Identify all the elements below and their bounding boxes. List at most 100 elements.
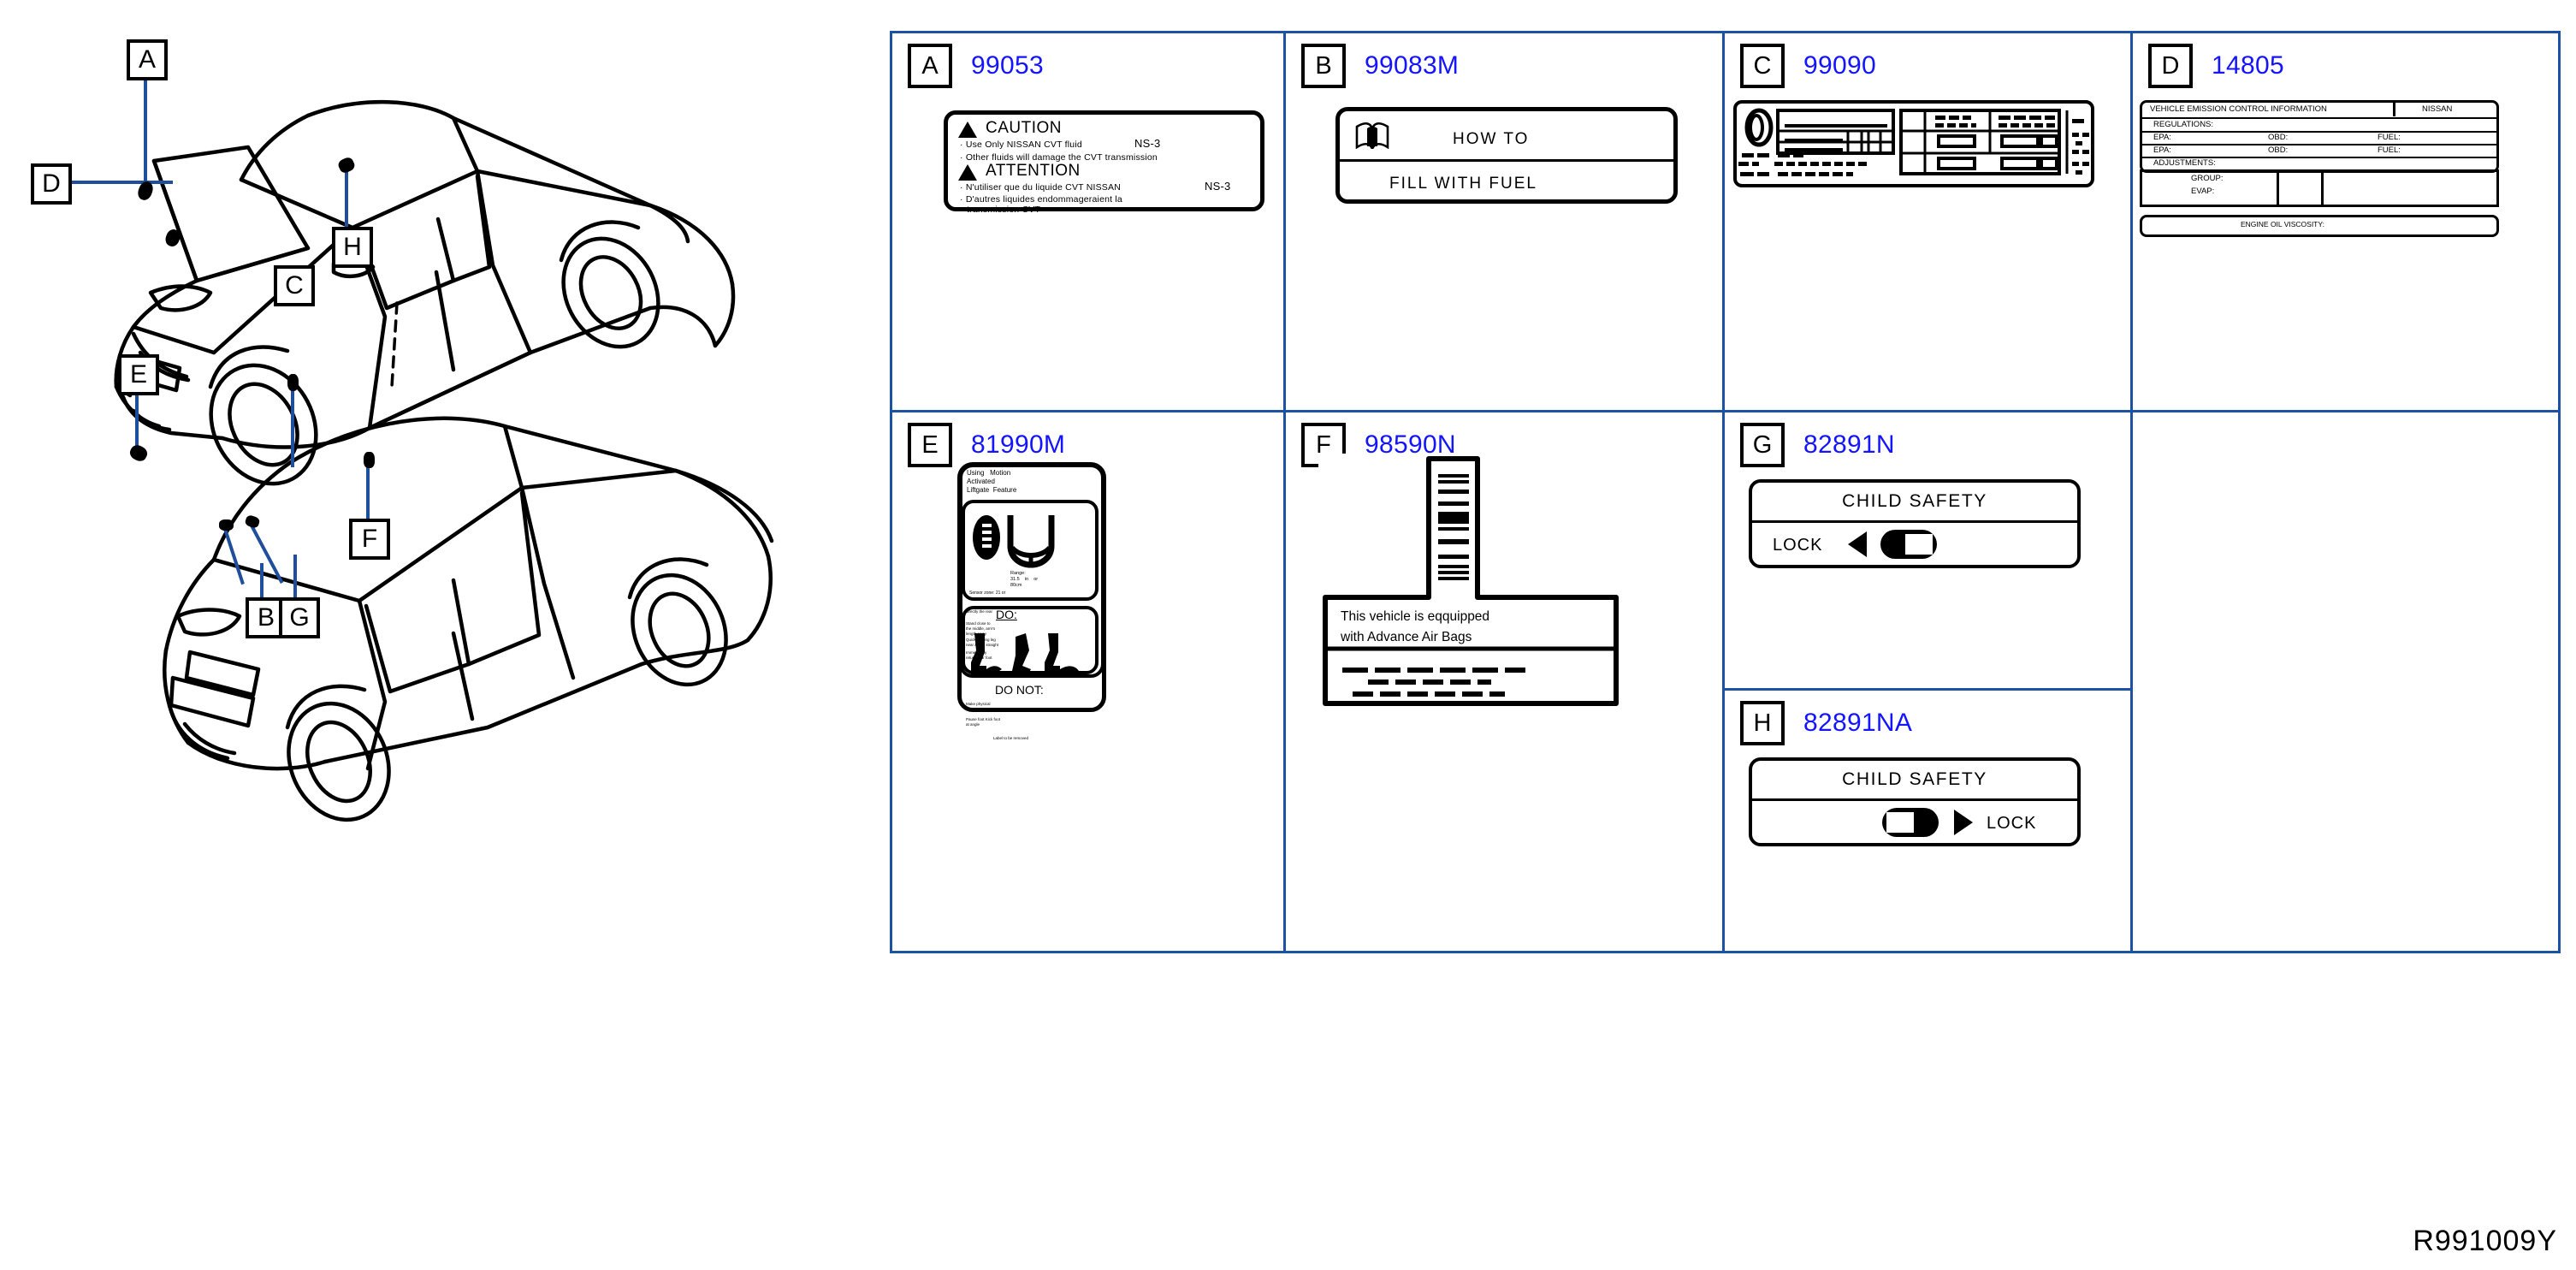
open-book-icon [1355,122,1389,149]
label-divider [1340,159,1673,162]
kick-motion-pictograms [971,633,1079,678]
callout-label: C [285,271,304,300]
child-safety-lock-label-left: CHILD SAFETY LOCK [1749,479,2081,568]
toggle-knob [1886,812,1914,833]
part-number-H[interactable]: 82891NA [1803,709,1912,738]
cell-letter-D: D [2148,44,2193,88]
liftgate-range-note: Range: 31.5 in or 80cm [1010,571,1039,588]
leader-line-F [366,462,370,519]
callout-box-F[interactable]: F [349,519,390,560]
caution-line-1-grade: NS-3 [1134,137,1161,150]
part-number-G[interactable]: 82891N [1803,430,1895,460]
do-heading: DO: [996,608,1017,621]
callout-label: D [42,169,61,198]
emission-group: GROUP: [2191,174,2224,183]
callout-label: B [257,603,275,632]
grid-cell-E: E 81990M Using Motion Activated Liftgate… [892,412,1283,953]
vehicle-rear-three-quarter-illustration [163,416,774,822]
lock-toggle-G[interactable] [1880,530,1937,559]
emission-regulations: REGULATIONS: [2153,120,2214,129]
cell-letter-G: G [1740,423,1785,467]
lock-text-H: LOCK [1987,814,2037,833]
child-safety-divider-G [1752,520,2077,523]
callout-box-D[interactable]: D [31,163,72,205]
emission-adjustments: ADJUSTMENTS: [2153,158,2216,168]
cell-header-H: H 82891NA [1740,701,1912,745]
part-number-D[interactable]: 14805 [2212,51,2284,80]
warning-triangle-icon [958,122,977,138]
cell-header-D: D 14805 [2148,44,2284,88]
attention-line-3: transmission CVT [967,205,1041,215]
leader-line-C [291,382,294,467]
grid-cell-B: B 99083M HOW TO FILL WITH FUEL [1286,33,1722,410]
grid-cell-C: C 99090 [1725,33,2130,410]
cell-letter-C: C [1740,44,1785,88]
donot-heading: DO NOT: [995,683,1044,697]
callout-label: F [361,525,378,553]
child-safety-lock-label-right: CHILD SAFETY LOCK [1749,757,2081,846]
part-number-E[interactable]: 81990M [971,430,1065,460]
emission-control-information-label: VEHICLE EMISSION CONTROL INFORMATION NIS… [2140,100,2499,237]
callout-box-A[interactable]: A [127,39,168,80]
cell-header-G: G 82891N [1740,423,1895,467]
callout-label: H [343,233,362,261]
fill-with-fuel-text: FILL WITH FUEL [1389,175,1537,193]
attention-triangle-icon [958,164,977,181]
emission-epa-1: EPA: [2153,133,2171,142]
do-note-a: directly the rear [966,609,993,614]
airbag-line-1: This vehicle is eqquipped [1341,609,1490,624]
part-number-A[interactable]: 99053 [971,51,1044,80]
callout-box-C-box[interactable]: C [274,265,315,306]
emission-epa-2: EPA: [2153,145,2171,155]
grid-cell-A: A 99053 CAUTION · Use Only NISSAN CVT fl… [892,33,1283,410]
cell-letter-B: B [1301,44,1346,88]
cell-letter-A: A [908,44,952,88]
left-arrow-icon [1848,531,1867,557]
callout-box-G[interactable]: G [279,597,320,638]
emission-evap: EVAP: [2191,187,2215,196]
liftgate-header: Using Motion Activated Liftgate Feature [967,469,1017,494]
how-to-text: HOW TO [1453,130,1530,148]
emission-obd-2: OBD: [2268,145,2289,155]
part-number-C[interactable]: 99090 [1803,51,1876,80]
motion-activated-liftgate-label: Using Motion Activated Liftgate Feature … [959,464,1104,740]
fuel-fill-instruction-label: HOW TO FILL WITH FUEL [1335,107,1678,204]
callout-label: G [289,603,310,632]
donot-note-a: Make physical contact [966,702,991,711]
callout-box-H[interactable]: H [332,227,373,268]
callout-marker-B [219,519,234,531]
cell-letter-H: H [1740,701,1785,745]
right-arrow-icon [1954,810,1973,835]
airbag-line-2: with Advance Air Bags [1341,630,1472,644]
callout-box-E[interactable]: E [118,354,159,395]
leader-line-A [144,70,147,185]
cell-header-C: C 99090 [1740,44,1876,88]
emission-engine-oil: ENGINE OIL VISCOSITY: [2241,220,2324,228]
attention-line-1: · N'utiliser que du liquide CVT NISSAN [960,182,1121,193]
cell-letter-E: E [908,423,952,467]
attention-heading: ATTENTION [986,162,1081,180]
emission-row-sep-3 [2140,144,2499,145]
grid-cell-empty [2133,412,2561,953]
attention-line-2: · D'autres liquides endommageraient la [960,194,1122,205]
cell-header-E: E 81990M [908,423,1065,467]
toggle-knob [1905,534,1933,555]
attention-line-1-grade: NS-3 [1205,180,1231,193]
emission-row-sep-2 [2140,131,2499,133]
cvt-fluid-caution-label: CAUTION · Use Only NISSAN CVT fluid NS-3… [944,110,1264,215]
leader-line-D [60,181,173,184]
emission-brand: NISSAN [2422,104,2453,114]
child-safety-title-G: CHILD SAFETY [1842,491,1987,511]
emission-fuel-2: FUEL: [2378,145,2401,155]
label-footer: Label to be removed [993,736,1029,740]
part-number-B[interactable]: 99083M [1365,51,1459,80]
leader-line-G-drop [293,555,297,599]
child-safety-title-H: CHILD SAFETY [1842,769,1987,789]
sun-visor-airbag-warning-label: This vehicle is eqquipped with Advance A… [1318,454,1623,710]
cell-header-B: B 99083M [1301,44,1459,88]
lock-text-G: LOCK [1773,536,1823,555]
lock-toggle-H[interactable] [1882,808,1939,837]
drawing-reference-code: R991009Y [2413,1225,2557,1257]
leader-line-B-drop [260,563,264,599]
grid-cell-F: F 98590N This vehicle is eqquipped with … [1286,412,1722,953]
